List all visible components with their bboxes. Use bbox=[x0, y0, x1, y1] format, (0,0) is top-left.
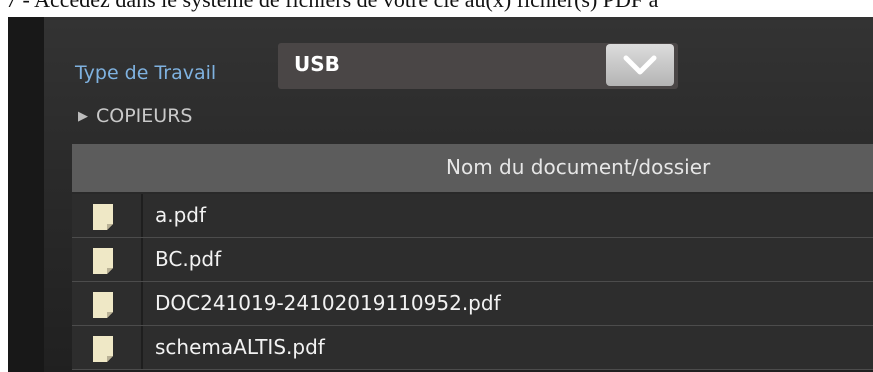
triangle-right-icon: ▶ bbox=[78, 109, 88, 124]
job-type-dropdown-button[interactable] bbox=[606, 44, 674, 86]
row-separator bbox=[141, 194, 143, 237]
row-separator bbox=[141, 326, 143, 369]
file-list-header-label: Nom du document/dossier bbox=[446, 155, 711, 179]
document-icon bbox=[93, 292, 113, 318]
file-row[interactable]: BC.pdf bbox=[72, 238, 873, 282]
row-separator bbox=[141, 238, 143, 281]
file-row[interactable]: schemaALTIS.pdf bbox=[72, 326, 873, 370]
breadcrumb-folder: COPIEURS bbox=[96, 105, 193, 127]
instruction-caption: 7 - Accédez dans le système de fichiers … bbox=[0, 0, 873, 17]
job-type-label: Type de Travail bbox=[75, 62, 217, 84]
file-name: BC.pdf bbox=[155, 247, 222, 271]
file-row[interactable]: DOC241019-24102019110952.pdf bbox=[72, 282, 873, 326]
job-type-select[interactable]: USB bbox=[278, 43, 678, 89]
document-icon bbox=[93, 204, 113, 230]
file-name: schemaALTIS.pdf bbox=[155, 335, 325, 359]
file-name: DOC241019-24102019110952.pdf bbox=[155, 291, 501, 315]
document-icon bbox=[93, 248, 113, 274]
document-icon bbox=[93, 336, 113, 362]
file-list: a.pdf BC.pdf DOC241019-24102019110952.pd… bbox=[72, 194, 873, 370]
screen-bezel bbox=[8, 17, 44, 372]
device-screen: Type de Travail USB ▶ COPIEURS Nom du doc… bbox=[8, 17, 873, 372]
file-name: a.pdf bbox=[155, 203, 207, 227]
row-separator bbox=[141, 282, 143, 325]
breadcrumb[interactable]: ▶ COPIEURS bbox=[78, 105, 192, 127]
chevron-down-icon bbox=[623, 55, 657, 75]
file-list-header: Nom du document/dossier bbox=[72, 144, 873, 192]
file-row[interactable]: a.pdf bbox=[72, 194, 873, 238]
job-type-value: USB bbox=[294, 52, 340, 76]
